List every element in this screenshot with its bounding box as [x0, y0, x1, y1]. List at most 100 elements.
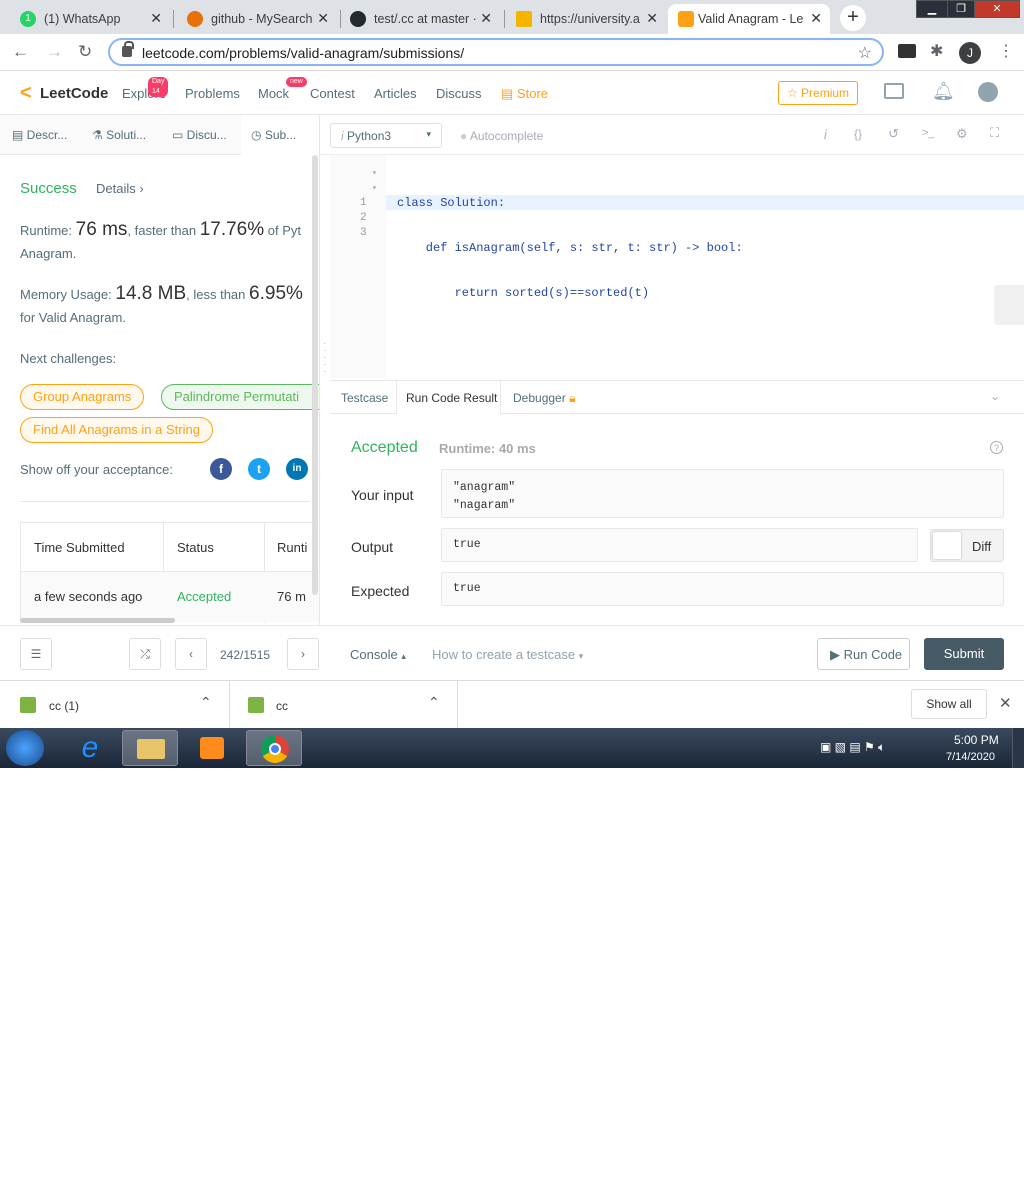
result-runtime: Runtime: 40 ms [439, 441, 536, 456]
accepted-status-link[interactable]: Accepted [177, 589, 231, 604]
testcase-help-link[interactable]: How to create a testcase ▾ [432, 647, 583, 662]
clock-date[interactable]: 7/14/2020 [946, 751, 995, 763]
language-select[interactable]: i Python3 ▾ [330, 123, 442, 148]
profile-avatar[interactable]: J [959, 42, 981, 64]
show-desktop-button[interactable] [1012, 728, 1024, 768]
autocomplete-toggle[interactable]: ● Autocomplete [460, 129, 543, 143]
nav-store[interactable]: ▤ Store [501, 86, 548, 102]
browser-tab-whatsapp[interactable]: 1 (1) WhatsApp ✕ [20, 4, 170, 34]
url-input[interactable]: leetcode.com/problems/valid-anagram/subm… [108, 38, 884, 66]
close-window-button[interactable]: ✕ [974, 0, 1020, 18]
browser-tab-github[interactable]: test/.cc at master · ✕ [350, 4, 500, 34]
back-icon[interactable]: ← [12, 42, 29, 62]
archive-icon [20, 697, 36, 713]
info-icon[interactable]: i [824, 127, 827, 142]
nav-problems[interactable]: Problems [185, 86, 240, 101]
reset-icon[interactable]: ↺ [888, 126, 899, 142]
close-tab-icon[interactable]: ✕ [480, 10, 492, 27]
run-code-button[interactable]: ▶ Run Code [817, 638, 910, 670]
challenge-palindrome-permutation[interactable]: Palindrome Permutati [161, 384, 320, 410]
horizontal-scrollbar[interactable] [20, 618, 175, 623]
tab-testcase[interactable]: Testcase [341, 391, 388, 405]
settings-icon[interactable]: ⚙ [956, 126, 968, 142]
reload-icon[interactable]: ↻ [78, 42, 92, 62]
vertical-scrollbar[interactable] [312, 155, 318, 595]
tab-solution[interactable]: ⚗ Soluti... [92, 128, 146, 142]
prev-problem-button[interactable]: ‹ [175, 638, 207, 670]
chevron-down-icon: ▾ [426, 129, 431, 139]
table-header: Time Submitted Status Runti [21, 523, 320, 623]
table-row[interactable]: a few seconds ago Accepted 76 m [21, 572, 320, 622]
tab-title: github - MySearch [211, 12, 313, 26]
extension-clapper-icon[interactable] [898, 44, 916, 58]
console-toggle[interactable]: Console ▴ [350, 647, 406, 662]
nav-discuss[interactable]: Discuss [436, 86, 482, 101]
braces-icon[interactable]: {} [854, 127, 862, 141]
tab-run-code-result[interactable]: Run Code Result [396, 381, 501, 414]
close-tab-icon[interactable]: ✕ [646, 10, 658, 27]
submit-button[interactable]: Submit [924, 638, 1004, 670]
facebook-icon[interactable]: f [210, 458, 232, 480]
new-tab-button[interactable]: + [840, 5, 866, 31]
internet-explorer-icon[interactable]: e [62, 730, 118, 766]
close-tab-icon[interactable]: ✕ [317, 10, 329, 27]
clock-time[interactable]: 5:00 PM [954, 733, 999, 747]
output-label: Output [351, 539, 394, 555]
show-all-downloads-button[interactable]: Show all [911, 689, 987, 719]
download-item[interactable]: cc ⌃ [230, 681, 458, 729]
premium-button[interactable]: ☆ Premium [778, 81, 858, 105]
tab-debugger[interactable]: Debugger 🔒︎ [513, 391, 575, 406]
tab-submissions[interactable]: ◷ Sub... [241, 115, 320, 155]
challenge-find-all-anagrams[interactable]: Find All Anagrams in a String [20, 417, 213, 443]
leetcode-logo[interactable]: LeetCode [40, 85, 108, 102]
details-link[interactable]: Details › [96, 181, 144, 196]
browser-tab-github-search[interactable]: github - MySearch ✕ [187, 4, 337, 34]
splitter-handle[interactable]: · · · · · [323, 339, 326, 377]
close-downloads-icon[interactable]: ✕ [999, 694, 1012, 712]
fullscreen-icon[interactable]: ⛶ [990, 125, 999, 141]
diff-toggle[interactable]: Diff [930, 529, 1004, 562]
download-item[interactable]: cc (1) ⌃ [0, 681, 230, 729]
lock-icon [122, 41, 134, 57]
nav-articles[interactable]: Articles [374, 86, 417, 101]
menu-icon[interactable]: ⋮ [998, 41, 1014, 61]
terminal-icon[interactable]: >_ [922, 127, 935, 139]
forward-icon[interactable]: → [46, 42, 63, 62]
collapse-chevron-icon[interactable]: ⌄ [990, 389, 1000, 403]
next-problem-button[interactable]: › [287, 638, 319, 670]
minimize-button[interactable]: ▁ [916, 0, 948, 18]
problem-list-icon[interactable]: ☰ [20, 638, 52, 670]
nav-explore[interactable]: Explore Day 14 [122, 77, 169, 101]
code-text[interactable]: class Solution: def isAnagram(self, s: s… [397, 166, 743, 331]
memory-value: 14.8 MB [115, 283, 187, 304]
nav-mock[interactable]: Mock new [258, 77, 307, 101]
chrome-icon[interactable] [246, 730, 302, 766]
your-input-label: Your input [351, 487, 414, 503]
windows-taskbar: e ▣ ▧ ▤ ⚑ 🔈︎ 5:00 PM 7/14/2020 [0, 728, 1024, 768]
twitter-icon[interactable]: t [248, 458, 270, 480]
screen: 1 (1) WhatsApp ✕ github - MySearch ✕ tes… [0, 0, 1024, 768]
file-explorer-icon[interactable] [122, 730, 178, 766]
star-icon[interactable]: ☆ [858, 43, 872, 63]
side-drawer-toggle[interactable] [994, 285, 1024, 325]
system-tray-icons[interactable]: ▣ ▧ ▤ ⚑ 🔈︎ [820, 740, 885, 755]
code-editor[interactable]: 123 ▾ ▾ class Solution: def isAnagram(sel… [330, 155, 1024, 378]
user-avatar-icon[interactable] [978, 82, 998, 102]
linkedin-icon[interactable]: in [286, 458, 308, 480]
nav-contest[interactable]: Contest [310, 86, 355, 101]
notification-bell-icon[interactable]: 🔔︎ [932, 81, 955, 102]
close-tab-icon[interactable]: ✕ [150, 10, 162, 27]
browser-tab-university[interactable]: https://university.a ✕ [516, 4, 666, 34]
maximize-button[interactable]: ❐ [947, 0, 975, 18]
extensions-icon[interactable]: ✱ [930, 41, 943, 61]
browser-tab-valid-anagram[interactable]: Valid Anagram - Le ✕ [668, 4, 830, 34]
playground-icon[interactable] [884, 83, 904, 99]
help-icon[interactable]: ? [990, 441, 1003, 454]
start-button-icon[interactable] [6, 730, 44, 766]
media-player-icon[interactable] [184, 730, 240, 766]
tab-discuss[interactable]: ▭ Discu... [172, 128, 227, 142]
close-tab-icon[interactable]: ✕ [810, 10, 822, 27]
challenge-group-anagrams[interactable]: Group Anagrams [20, 384, 145, 410]
tab-description[interactable]: ▤ Descr... [12, 128, 67, 142]
shuffle-icon[interactable]: ⤮ [129, 638, 161, 670]
